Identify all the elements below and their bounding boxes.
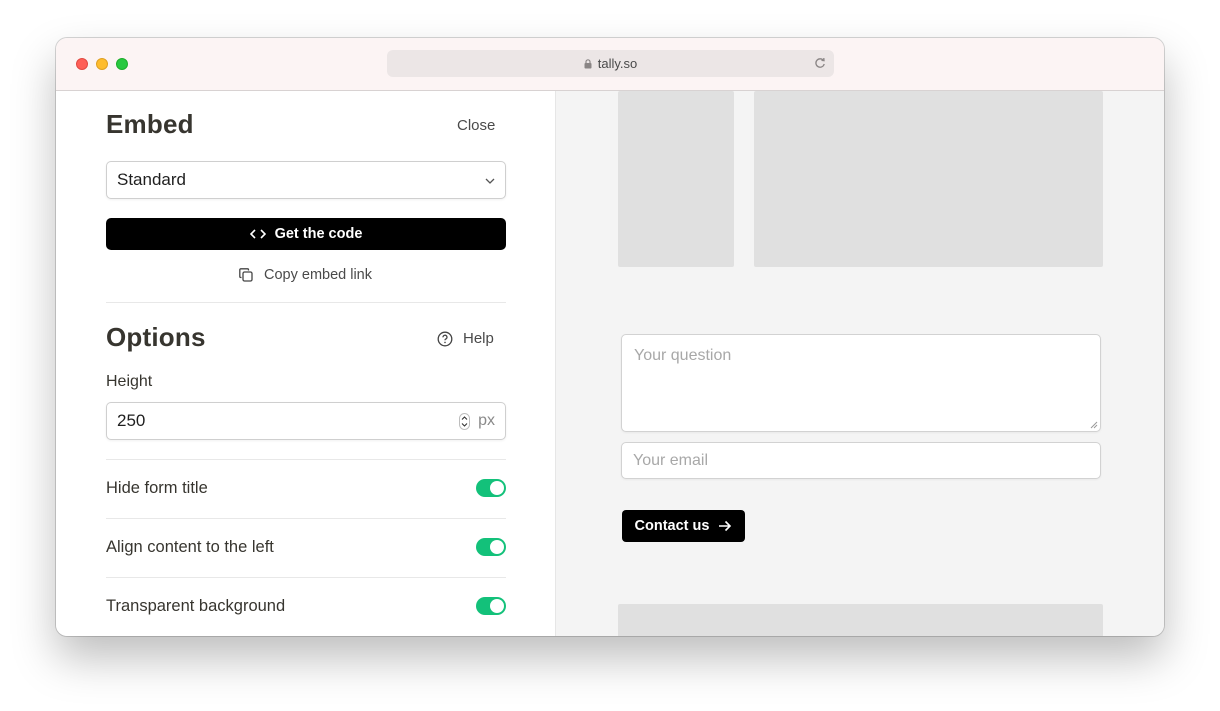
question-placeholder: Your question <box>634 347 732 364</box>
address-bar[interactable]: tally.so <box>387 50 834 77</box>
question-textarea[interactable]: Your question <box>621 334 1101 432</box>
question-circle-icon <box>437 331 453 346</box>
close-window-button[interactable] <box>76 58 88 70</box>
get-code-button[interactable]: Get the code <box>106 218 506 250</box>
placeholder-block <box>754 91 1103 267</box>
height-label: Height <box>106 373 153 390</box>
height-unit: px <box>478 412 495 429</box>
placeholder-block <box>618 604 1103 636</box>
address-bar-url: tally.so <box>597 56 638 71</box>
lock-icon <box>584 58 592 68</box>
email-placeholder: Your email <box>633 451 709 469</box>
section-divider <box>106 302 506 303</box>
close-button[interactable]: Close <box>457 117 495 134</box>
embed-settings-panel: Embed Close Standard Get the code Copy e… <box>56 91 556 636</box>
transparent-background-toggle[interactable] <box>476 597 506 615</box>
code-icon <box>249 229 266 239</box>
embed-mode-select[interactable]: Standard <box>106 161 506 199</box>
embed-mode-value: Standard <box>117 170 186 189</box>
embed-heading: Embed <box>106 109 194 139</box>
align-left-toggle[interactable] <box>476 538 506 556</box>
toggle-knob <box>490 599 504 613</box>
toggle-knob <box>490 481 504 495</box>
hide-form-title-label: Hide form title <box>106 478 208 497</box>
toggle-knob <box>490 540 504 554</box>
copy-icon <box>239 268 253 282</box>
embed-preview: Your question Your email Contact us <box>556 91 1164 636</box>
align-left-row: Align content to the left <box>106 532 506 562</box>
row-divider <box>106 459 506 460</box>
height-input[interactable]: 250 px <box>106 402 506 440</box>
zoom-window-button[interactable] <box>116 58 128 70</box>
email-field[interactable]: Your email <box>621 442 1101 479</box>
title-bar: tally.so <box>56 38 1164 91</box>
browser-window: tally.so Embed Close Standard Get the co… <box>56 38 1164 636</box>
help-label: Help <box>463 330 494 347</box>
help-button[interactable]: Help <box>437 330 494 347</box>
minimize-window-button[interactable] <box>96 58 108 70</box>
number-stepper-icon[interactable] <box>459 413 470 430</box>
reload-icon[interactable] <box>814 57 826 69</box>
contact-us-label: Contact us <box>634 518 710 534</box>
contact-us-button[interactable]: Contact us <box>622 510 745 542</box>
align-left-label: Align content to the left <box>106 537 274 556</box>
transparent-background-row: Transparent background <box>106 591 506 621</box>
height-value: 250 <box>117 411 146 430</box>
get-code-label: Get the code <box>274 226 363 242</box>
options-heading: Options <box>106 322 206 352</box>
row-divider <box>106 518 506 519</box>
hide-form-title-row: Hide form title <box>106 473 506 503</box>
resize-handle-icon[interactable] <box>1090 421 1098 429</box>
row-divider <box>106 577 506 578</box>
copy-embed-link-label: Copy embed link <box>264 267 372 283</box>
chevron-down-icon <box>485 178 495 184</box>
copy-embed-link-button[interactable]: Copy embed link <box>238 267 372 283</box>
transparent-background-label: Transparent background <box>106 596 286 615</box>
placeholder-block <box>618 91 734 267</box>
arrow-right-icon <box>719 520 732 532</box>
hide-form-title-toggle[interactable] <box>476 479 506 497</box>
